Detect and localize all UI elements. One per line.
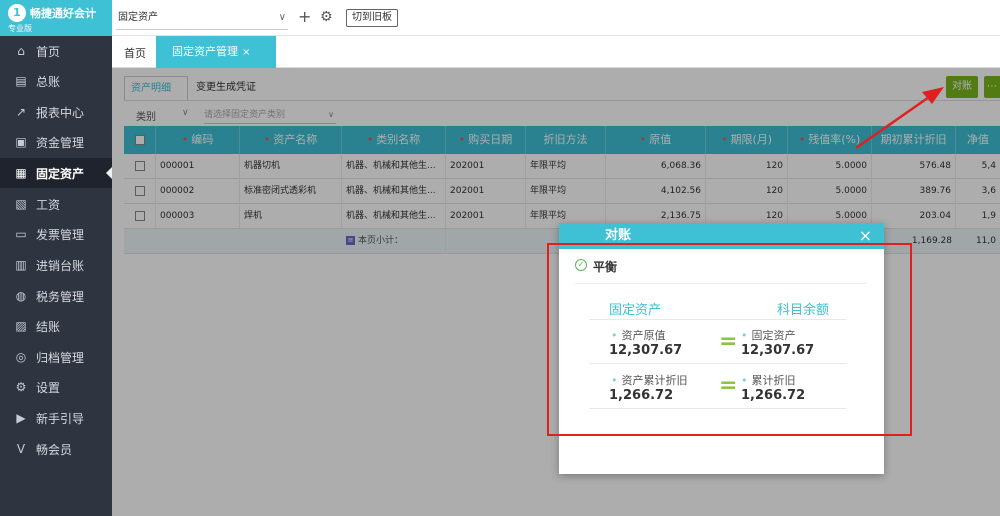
sidebar-item-salary[interactable]: ▧ 工资 [0,189,112,219]
sidebar-item-label: 畅会员 [36,442,73,457]
invoice-icon: ▭ [15,227,27,241]
sidebar-item-invoices[interactable]: ▭ 发票管理 [0,219,112,249]
switch-old-version-button[interactable]: 切到旧板 [346,9,398,27]
chart-icon: ↗ [15,105,27,119]
brand-edition: 专业版 [8,24,32,33]
sidebar-item-funds[interactable]: ▣ 资金管理 [0,127,112,157]
sidebar-item-ledger[interactable]: ▤ 总账 [0,66,112,96]
tab-fixed-asset-management[interactable]: 固定资产管理 × [156,36,276,68]
sidebar-item-label: 新手引导 [36,411,85,426]
sidebar-item-vip[interactable]: V 畅会员 [0,434,112,464]
tab-bar: 首页 固定资产管理 × [112,36,1000,68]
company-name: 固定资产 [118,12,158,23]
add-icon[interactable]: + [298,7,311,27]
sidebar-item-label: 进销台账 [36,258,85,273]
sidebar-item-label: 资金管理 [36,135,85,150]
brand-header: 1 畅捷通好会计 专业版 [0,0,112,36]
sidebar-item-tax[interactable]: ◍ 税务管理 [0,281,112,311]
sidebar-item-label: 结账 [36,319,61,334]
sidebar-item-archive[interactable]: ◎ 归档管理 [0,342,112,372]
annotation-highlight-box [547,243,912,436]
gear-icon: ⚙ [15,380,27,394]
archive-icon: ◎ [15,350,27,364]
sidebar-item-label: 设置 [36,380,61,395]
sidebar-item-reports[interactable]: ↗ 报表中心 [0,97,112,127]
brand-logo-icon: 1 [8,4,26,22]
wallet-icon: ▣ [15,135,27,149]
close-icon[interactable]: × [242,47,250,58]
sidebar-item-closing[interactable]: ▨ 结账 [0,311,112,341]
brand-name: 畅捷通好会计 [30,7,96,20]
tax-icon: ◍ [15,289,27,303]
sidebar-item-label: 首页 [36,44,61,59]
sidebar-item-inventory[interactable]: ▥ 进销台账 [0,250,112,280]
closing-icon: ▨ [15,319,27,333]
ledger-icon: ▤ [15,74,27,88]
sidebar-item-fixed-assets[interactable]: ▦ 固定资产 [0,158,112,188]
sidebar-item-label: 固定资产 [36,166,85,181]
home-icon: ⌂ [17,44,25,58]
gear-icon[interactable]: ⚙ [320,8,333,26]
salary-icon: ▧ [15,197,27,211]
asset-icon: ▦ [15,166,27,180]
sidebar-item-label: 报表中心 [36,105,85,120]
vip-icon: V [16,442,26,456]
sidebar-item-label: 归档管理 [36,350,85,365]
sidebar: 1 畅捷通好会计 专业版 ⌂ 首页 ▤ 总账 ↗ 报表中心 ▣ 资金管理 ▦ 固… [0,0,112,516]
tab-home[interactable]: 首页 [124,45,146,61]
tab-label: 固定资产管理 [172,45,238,58]
chevron-down-icon: ∨ [278,12,286,23]
sidebar-item-label: 税务管理 [36,289,85,304]
sidebar-item-guide[interactable]: ▶ 新手引导 [0,403,112,433]
dialog-title: 对账 [605,228,632,243]
inventory-icon: ▥ [15,258,27,272]
topbar: 固定资产 ∨ + ⚙ 切到旧板 [112,0,1000,36]
sidebar-item-home[interactable]: ⌂ 首页 [0,36,112,66]
company-select[interactable]: 固定资产 ∨ [116,6,288,30]
sidebar-item-label: 总账 [36,74,61,89]
sidebar-item-settings[interactable]: ⚙ 设置 [0,372,112,402]
guide-icon: ▶ [16,411,26,425]
sidebar-item-label: 工资 [36,197,61,212]
sidebar-item-label: 发票管理 [36,227,85,242]
